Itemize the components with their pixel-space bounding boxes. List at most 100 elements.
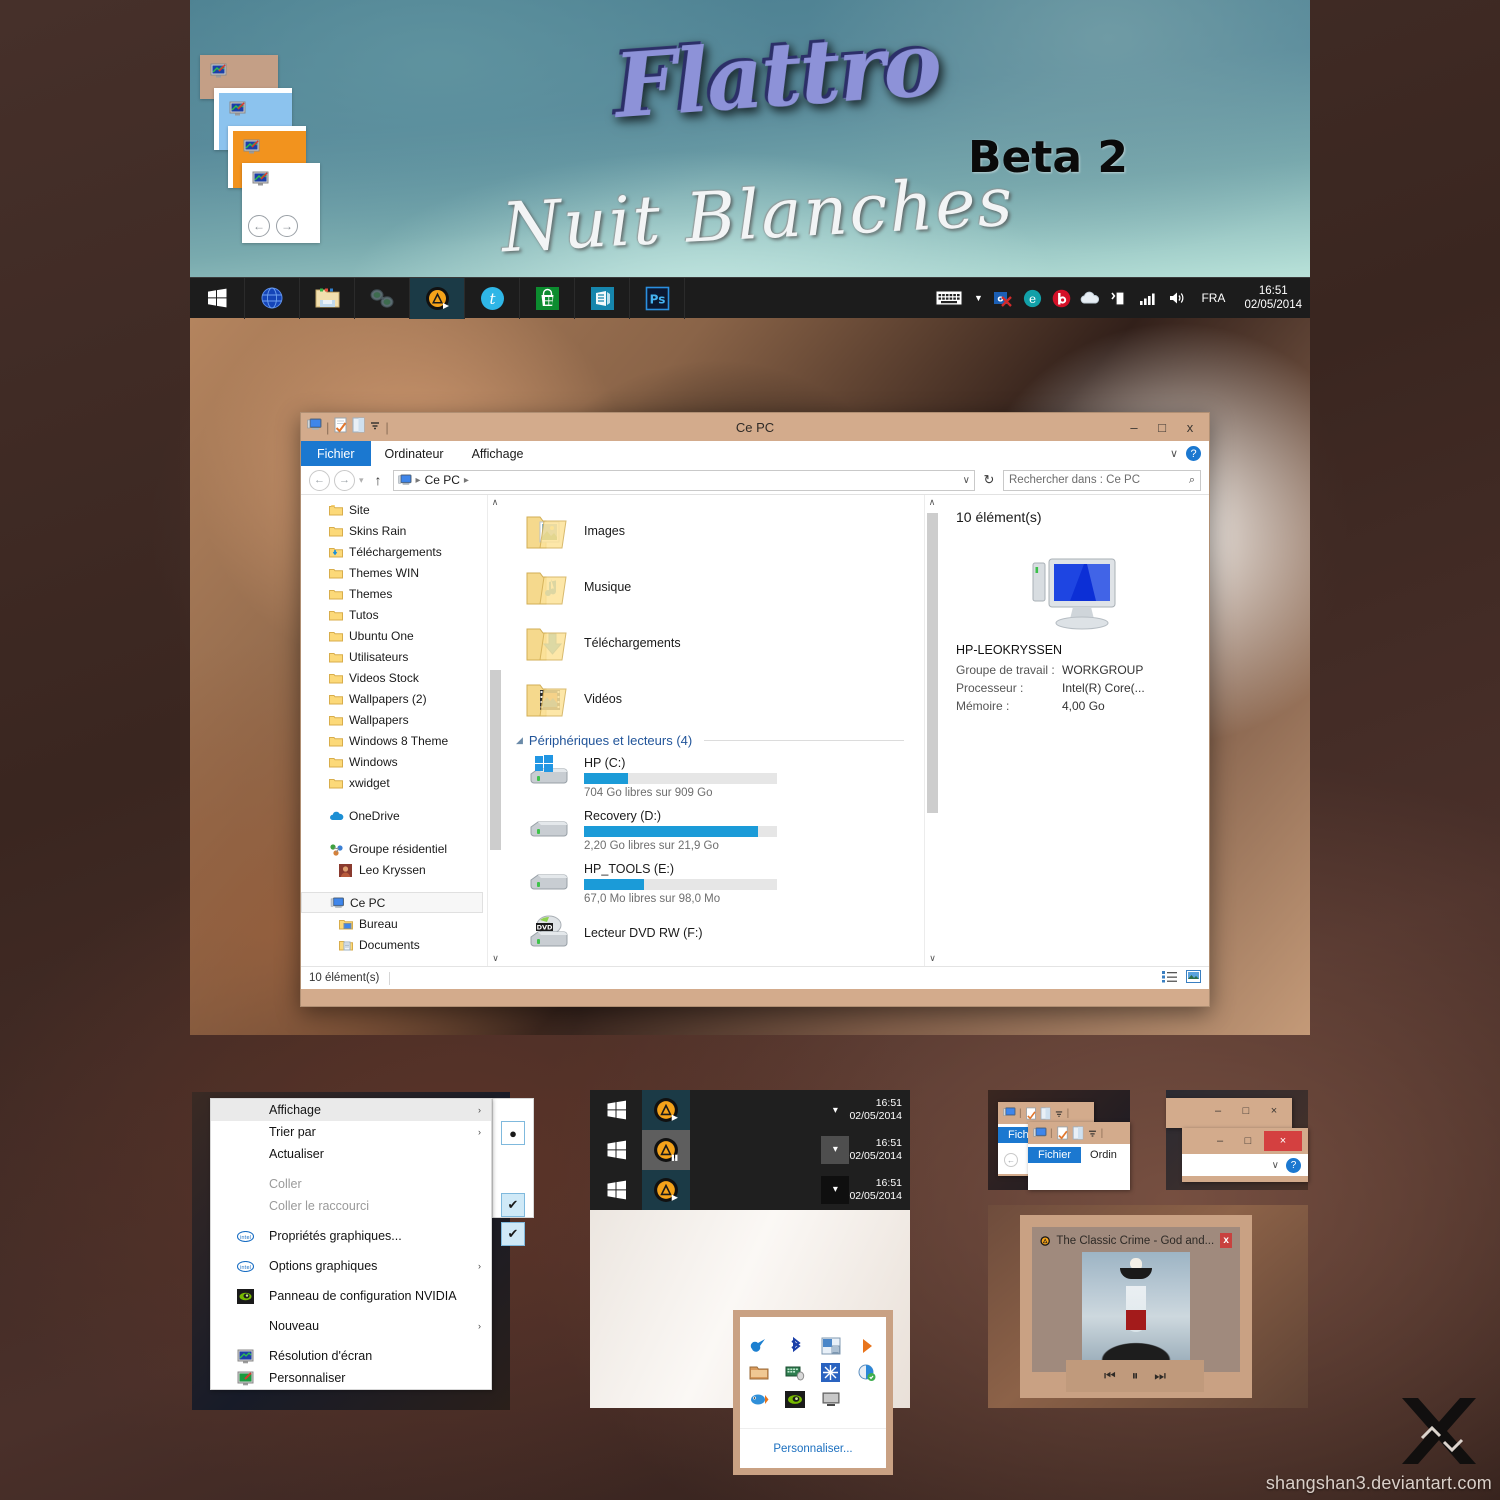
- menu-item-resolution-ecran[interactable]: Résolution d'écran: [211, 1345, 491, 1367]
- menu-item-trier-par[interactable]: Trier par ›: [211, 1121, 491, 1143]
- menu-item-proprietes-graphiques[interactable]: intel Propriétés graphiques...: [211, 1225, 491, 1247]
- keyboard-mouse-icon[interactable]: [784, 1362, 806, 1384]
- folder-images[interactable]: Images: [512, 503, 924, 559]
- scroll-up-icon[interactable]: ∧: [488, 495, 502, 510]
- folder-icon[interactable]: [748, 1362, 770, 1384]
- start-button[interactable]: [190, 277, 245, 319]
- nav-item[interactable]: Themes: [301, 583, 487, 604]
- media-play-icon[interactable]: [856, 1335, 878, 1357]
- aimp-button[interactable]: [410, 277, 465, 319]
- customize-dropdown-icon[interactable]: [1087, 1127, 1098, 1139]
- file-explorer-button[interactable]: [300, 277, 355, 319]
- minimize-button[interactable]: –: [1121, 416, 1147, 438]
- search-input[interactable]: Rechercher dans : Ce PC ⌕: [1003, 469, 1201, 491]
- drive-d[interactable]: Recovery (D:) 2,20 Go libres sur 21,9 Go: [512, 803, 924, 856]
- menu-item-personnaliser[interactable]: Personnaliser: [211, 1367, 491, 1389]
- next-track-button[interactable]: ⏭: [1154, 1368, 1166, 1384]
- new-folder-icon[interactable]: [1072, 1126, 1084, 1140]
- twitter-button[interactable]: t: [465, 277, 520, 319]
- media-button[interactable]: [575, 277, 630, 319]
- large-icons-view-icon[interactable]: [1186, 970, 1201, 986]
- start-button[interactable]: [590, 1130, 642, 1170]
- minimize-button[interactable]: –: [1208, 1132, 1232, 1150]
- new-folder-icon[interactable]: [1040, 1106, 1051, 1120]
- chevron-down-icon[interactable]: ▼: [971, 287, 985, 309]
- back-button[interactable]: ←: [309, 469, 330, 491]
- nav-item[interactable]: Videos Stock: [301, 667, 487, 688]
- this-pc-icon[interactable]: [1003, 1107, 1016, 1119]
- scrollbar-thumb[interactable]: [490, 670, 501, 850]
- up-button[interactable]: ↑: [368, 470, 389, 491]
- tab-ordinateur[interactable]: Ordin: [1081, 1149, 1117, 1161]
- battery-icon[interactable]: [1108, 287, 1130, 309]
- nav-item[interactable]: xwidget: [301, 772, 487, 793]
- nav-item[interactable]: Themes WIN: [301, 562, 487, 583]
- nav-item[interactable]: Tutos: [301, 604, 487, 625]
- rainmeter-icon[interactable]: [748, 1335, 770, 1357]
- menu-item-nouveau[interactable]: Nouveau ›: [211, 1315, 491, 1337]
- personnaliser-link[interactable]: Personnaliser...: [740, 1428, 886, 1468]
- nav-item-onedrive[interactable]: OneDrive: [301, 805, 487, 826]
- nav-item-documents[interactable]: Documents: [301, 934, 487, 955]
- clock[interactable]: 16:51 02/05/2014: [849, 1097, 910, 1123]
- scroll-down-icon[interactable]: ∨: [925, 951, 940, 966]
- devices-group-header[interactable]: ◢ Périphériques et lecteurs (4): [512, 727, 924, 750]
- nav-item[interactable]: Skins Rain: [301, 520, 487, 541]
- nav-item[interactable]: Ubuntu One: [301, 625, 487, 646]
- menu-item-options-graphiques[interactable]: intel Options graphiques ›: [211, 1255, 491, 1277]
- a imp-button-active[interactable]: [642, 1090, 690, 1130]
- drive-c[interactable]: HP (C:) 704 Go libres sur 909 Go: [512, 750, 924, 803]
- start-button[interactable]: [590, 1090, 642, 1130]
- scroll-down-icon[interactable]: ∨: [488, 951, 503, 966]
- breadcrumb-item-ce-pc[interactable]: Ce PC: [425, 473, 460, 487]
- back-button[interactable]: ←: [1004, 1153, 1018, 1167]
- nav-item-bureau[interactable]: Bureau: [301, 913, 487, 934]
- clock[interactable]: 16:51 02/05/2014: [1238, 284, 1302, 312]
- menu-item-nvidia[interactable]: Panneau de configuration NVIDIA: [211, 1285, 491, 1307]
- refresh-button[interactable]: ↻: [979, 470, 999, 491]
- network-config-icon[interactable]: [820, 1335, 842, 1357]
- close-button[interactable]: x: [1177, 416, 1203, 438]
- volume-icon[interactable]: [1166, 287, 1188, 309]
- tab-ordinateur[interactable]: Ordinateur: [371, 441, 458, 466]
- nvidia-icon[interactable]: [784, 1389, 806, 1411]
- tab-fichier[interactable]: Fichier: [301, 441, 371, 466]
- browser-button[interactable]: [245, 277, 300, 319]
- drive-e[interactable]: HP_TOOLS (E:) 67,0 Mo libres sur 98,0 Mo: [512, 856, 924, 909]
- customize-dropdown-icon[interactable]: [1054, 1108, 1064, 1119]
- forward-button[interactable]: →: [334, 469, 355, 491]
- close-button[interactable]: x: [1220, 1233, 1232, 1248]
- nav-item[interactable]: Wallpapers (2): [301, 688, 487, 709]
- chevron-down-icon[interactable]: ▾: [821, 1136, 850, 1164]
- collapse-triangle-icon[interactable]: ◢: [516, 735, 523, 746]
- pause-button[interactable]: ⏸: [1132, 1368, 1139, 1384]
- language-indicator[interactable]: FRA: [1195, 291, 1231, 305]
- nav-item[interactable]: Téléchargements: [301, 541, 487, 562]
- breadcrumb-separator-2[interactable]: ▸: [464, 475, 469, 486]
- recent-locations-icon[interactable]: ▾: [359, 475, 364, 486]
- rainmeter-button[interactable]: [355, 277, 410, 319]
- start-button[interactable]: [590, 1170, 642, 1210]
- nav-item[interactable]: Site: [301, 499, 487, 520]
- aimp-button-pressed[interactable]: [642, 1170, 690, 1210]
- radio-control[interactable]: ●: [501, 1121, 525, 1145]
- snowflake-icon[interactable]: [820, 1362, 842, 1384]
- folder-musique[interactable]: Musique: [512, 559, 924, 615]
- properties-icon[interactable]: [1056, 1126, 1069, 1140]
- onedrive-icon[interactable]: [1079, 287, 1101, 309]
- tab-fichier[interactable]: Fichier: [1028, 1147, 1082, 1163]
- tab-affichage[interactable]: Affichage: [458, 441, 538, 466]
- beats-icon[interactable]: [1050, 287, 1072, 309]
- close-button-hover[interactable]: ×: [1264, 1131, 1302, 1151]
- clock[interactable]: 16:51 02/05/2014: [849, 1177, 910, 1203]
- display-icon[interactable]: [820, 1389, 842, 1411]
- nav-item-ce-pc[interactable]: Ce PC: [301, 892, 483, 913]
- photoshop-button[interactable]: Ps: [630, 277, 685, 319]
- properties-icon[interactable]: [1025, 1107, 1037, 1120]
- chevron-down-icon[interactable]: ∨: [1272, 1160, 1279, 1171]
- bluetooth-icon[interactable]: [784, 1335, 806, 1357]
- folder-videos[interactable]: Vidéos: [512, 671, 924, 727]
- fish-icon[interactable]: [748, 1389, 770, 1411]
- chevron-down-icon[interactable]: ▾: [821, 1105, 849, 1116]
- maximize-button[interactable]: □: [1149, 416, 1175, 438]
